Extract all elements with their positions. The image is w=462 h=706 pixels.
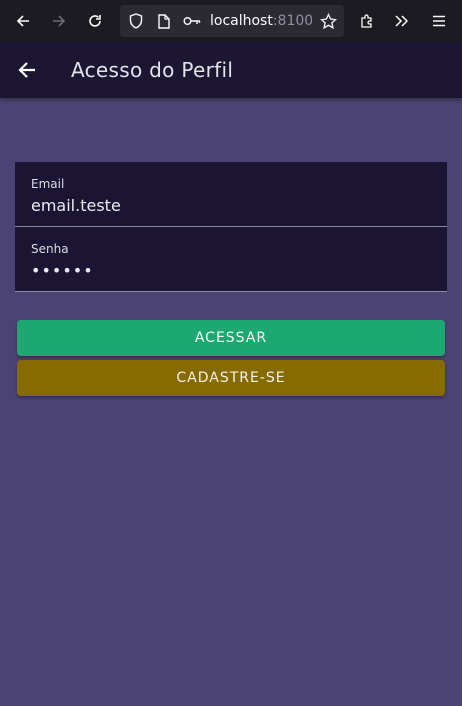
page-title: Acesso do Perfil: [71, 58, 234, 82]
overflow-chevrons-icon[interactable]: [390, 9, 414, 33]
signup-button[interactable]: CADASTRE-SE: [17, 360, 445, 396]
app-header: Acesso do Perfil: [0, 42, 462, 98]
url-bar[interactable]: localhost:8100/: [120, 5, 344, 37]
forward-arrow-icon[interactable]: [47, 9, 71, 33]
bookmark-star-icon[interactable]: [316, 9, 340, 33]
extensions-icon[interactable]: [355, 9, 379, 33]
page-icon[interactable]: [152, 9, 176, 33]
email-field[interactable]: Email email.teste: [15, 162, 447, 227]
shield-icon[interactable]: [124, 9, 148, 33]
email-input[interactable]: email.teste: [31, 196, 431, 215]
login-button[interactable]: ACESSAR: [17, 320, 445, 356]
login-form: Email email.teste Senha ••••••: [15, 162, 447, 292]
hamburger-menu-icon[interactable]: [427, 9, 451, 33]
reload-icon[interactable]: [83, 9, 107, 33]
email-label: Email: [31, 177, 65, 191]
password-field[interactable]: Senha ••••••: [15, 227, 447, 292]
browser-toolbar: localhost:8100/: [0, 0, 462, 42]
back-button[interactable]: [14, 58, 40, 82]
back-arrow-icon[interactable]: [11, 9, 35, 33]
password-input[interactable]: ••••••: [31, 261, 431, 280]
key-icon[interactable]: [180, 9, 204, 33]
url-text: localhost:8100/: [210, 13, 312, 29]
password-label: Senha: [31, 242, 69, 256]
arrow-left-icon: [18, 62, 35, 78]
